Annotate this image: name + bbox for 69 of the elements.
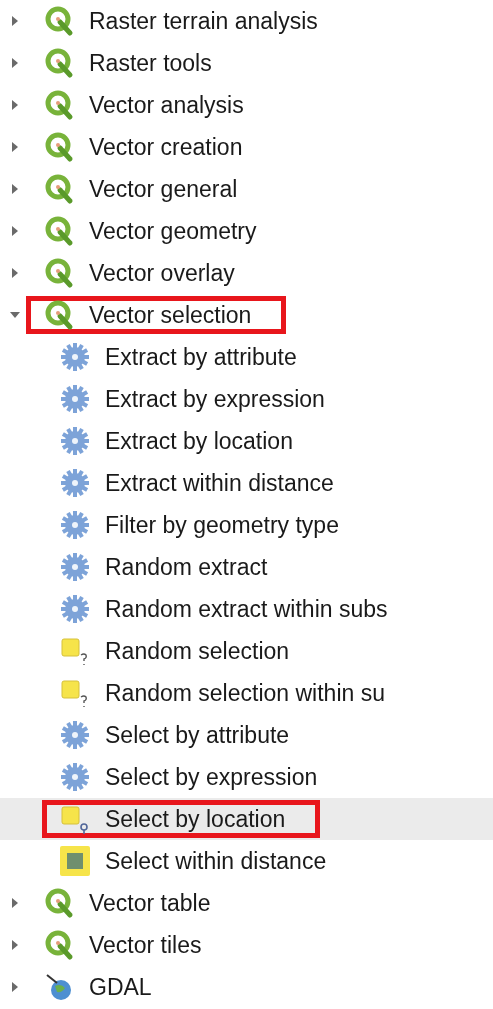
tree-item[interactable]: Raster tools (8, 42, 493, 84)
tree-item[interactable]: Vector geometry (8, 210, 493, 252)
gear-icon (59, 509, 91, 541)
tree-item[interactable]: Raster terrain analysis (8, 0, 493, 42)
tree-item[interactable]: Extract by expression (8, 378, 493, 420)
tree-item[interactable]: Random selection within su (8, 672, 493, 714)
item-label: Vector creation (89, 133, 243, 161)
item-label: Random selection (105, 637, 290, 665)
item-label: Vector geometry (89, 217, 257, 245)
tree-item[interactable]: Select by location (0, 798, 493, 840)
item-label: Random extract within subs (105, 595, 388, 623)
item-label: Select by attribute (105, 721, 290, 749)
item-label: GDAL (89, 973, 152, 1001)
item-label: Vector selection (89, 301, 252, 329)
gear-icon (59, 467, 91, 499)
tree-item[interactable]: Filter by geometry type (8, 504, 493, 546)
q-logo-icon (43, 5, 75, 37)
tree-item[interactable]: Vector overlay (8, 252, 493, 294)
gear-icon (59, 761, 91, 793)
tree-item[interactable]: Select by expression (8, 756, 493, 798)
item-label: Extract within distance (105, 469, 334, 497)
q-logo-icon (43, 299, 75, 331)
tree-item[interactable]: Vector tiles (8, 924, 493, 966)
item-label: Vector overlay (89, 259, 235, 287)
item-label: Random extract (105, 553, 268, 581)
square-selection-icon (59, 845, 91, 877)
tree-item[interactable]: Random extract within subs (8, 588, 493, 630)
tree-item[interactable]: Vector creation (8, 126, 493, 168)
item-label: Select by location (105, 805, 286, 833)
q-logo-icon (43, 89, 75, 121)
q-logo-icon (43, 887, 75, 919)
q-logo-icon (43, 215, 75, 247)
tree-item[interactable]: Vector table (8, 882, 493, 924)
item-label: Extract by location (105, 427, 293, 455)
item-label: Raster terrain analysis (89, 7, 318, 35)
item-label: Vector tiles (89, 931, 202, 959)
item-label: Vector table (89, 889, 211, 917)
item-label: Raster tools (89, 49, 212, 77)
tree-item[interactable]: Extract within distance (8, 462, 493, 504)
q-logo-icon (43, 257, 75, 289)
gear-icon (59, 593, 91, 625)
tree-item[interactable]: Vector selection (8, 294, 493, 336)
tree-item[interactable]: Extract by location (8, 420, 493, 462)
tree-item[interactable]: Extract by attribute (8, 336, 493, 378)
item-label: Vector general (89, 175, 238, 203)
gear-icon (59, 551, 91, 583)
tree-item[interactable]: Vector general (8, 168, 493, 210)
gear-icon (59, 719, 91, 751)
tree-item[interactable]: Random extract (8, 546, 493, 588)
item-label: Filter by geometry type (105, 511, 339, 539)
item-label: Select by expression (105, 763, 318, 791)
item-label: Extract by expression (105, 385, 325, 413)
gear-icon (59, 341, 91, 373)
tree-item[interactable]: Vector analysis (8, 84, 493, 126)
tree-item[interactable]: Select by attribute (8, 714, 493, 756)
item-label: Random selection within su (105, 679, 385, 707)
q-logo-icon (43, 47, 75, 79)
tree-item[interactable]: Random selection (8, 630, 493, 672)
q-logo-icon (43, 173, 75, 205)
item-label: Select within distance (105, 847, 327, 875)
gear-icon (59, 383, 91, 415)
item-label: Vector analysis (89, 91, 244, 119)
q-logo-icon (43, 929, 75, 961)
tree-item[interactable]: Select within distance (8, 840, 493, 882)
q-logo-icon (43, 131, 75, 163)
selection-pin-icon (59, 803, 91, 835)
tree-item[interactable]: GDAL (8, 966, 493, 1008)
item-label: Extract by attribute (105, 343, 297, 371)
gear-icon (59, 425, 91, 457)
